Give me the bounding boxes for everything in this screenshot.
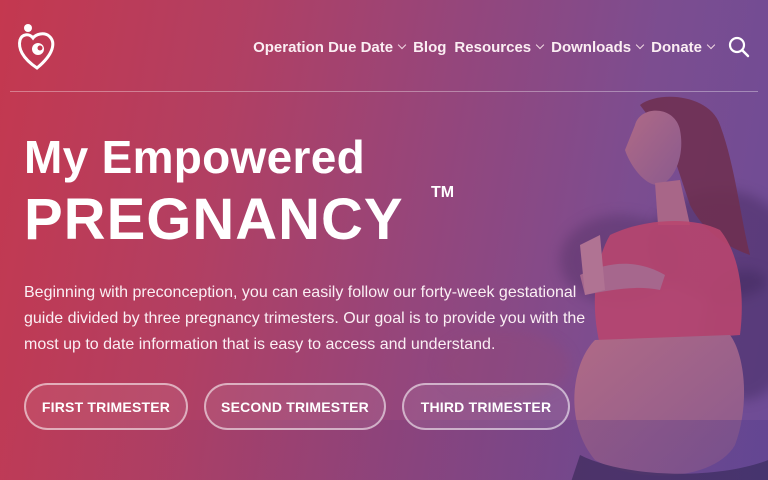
- hero-description: Beginning with preconception, you can ea…: [24, 284, 586, 353]
- third-trimester-button[interactable]: THIRD TRIMESTER: [402, 383, 570, 430]
- chevron-down-icon: [397, 40, 407, 50]
- chevron-down-icon: [706, 40, 716, 50]
- nav-item-resources[interactable]: Resources: [454, 38, 545, 56]
- main-nav: Operation Due Date Blog Resources Downlo…: [253, 36, 750, 58]
- hero-title-line2: PREGNANCY: [24, 187, 404, 252]
- nav-label: Resources: [454, 38, 532, 56]
- first-trimester-button[interactable]: FIRST TRIMESTER: [24, 383, 188, 430]
- header-divider: [10, 91, 758, 92]
- nav-item-blog[interactable]: Blog: [413, 39, 446, 56]
- search-icon[interactable]: [728, 36, 750, 58]
- nav-item-operation-due-date[interactable]: Operation Due Date: [253, 38, 407, 56]
- second-trimester-button[interactable]: SECOND TRIMESTER: [204, 383, 386, 430]
- trademark-symbol: TM: [431, 184, 455, 201]
- nav-label: Donate: [651, 38, 702, 56]
- chevron-down-icon: [535, 40, 545, 50]
- hero-title-line1: My Empowered: [24, 131, 366, 183]
- nav-label: Blog: [413, 38, 447, 56]
- nav-item-donate[interactable]: Donate: [651, 38, 716, 56]
- heart-family-logo-icon[interactable]: [16, 22, 58, 70]
- hero-section: Operation Due Date Blog Resources Downlo…: [0, 0, 768, 480]
- chevron-down-icon: [635, 40, 645, 50]
- nav-label: Downloads: [551, 38, 632, 56]
- nav-label: Operation Due Date: [253, 38, 394, 56]
- nav-item-downloads[interactable]: Downloads: [551, 38, 645, 56]
